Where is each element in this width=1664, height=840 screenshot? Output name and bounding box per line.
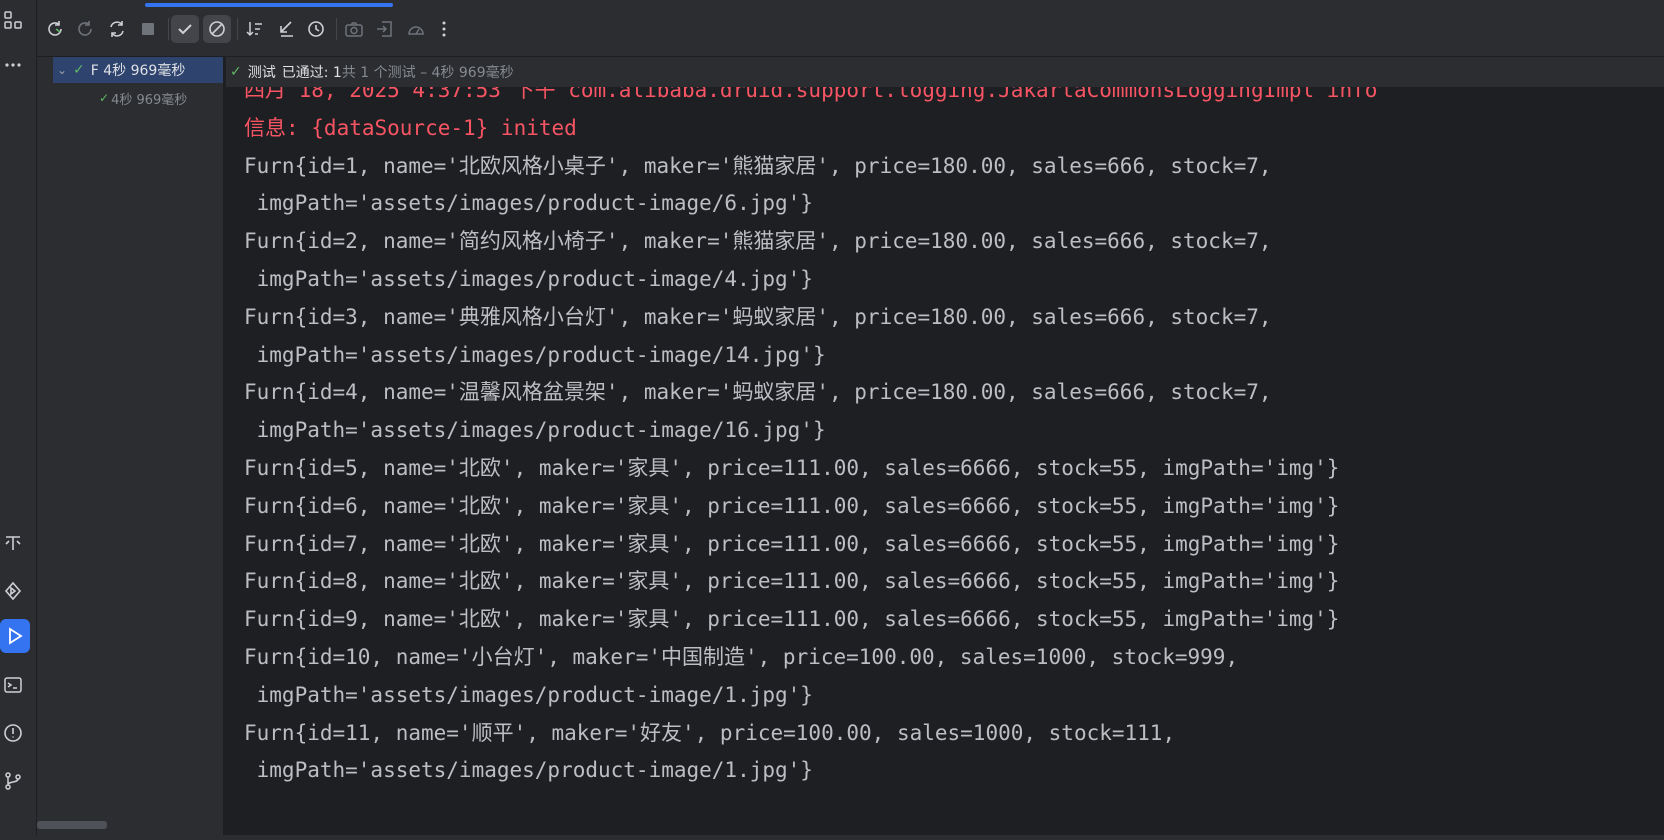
- console-output-line: Furn{id=2, name='简约风格小椅子', maker='熊猫家居',…: [244, 229, 1272, 254]
- horizontal-scrollbar[interactable]: [37, 821, 107, 829]
- console-output-line: Furn{id=6, name='北欧', maker='家具', price=…: [244, 493, 1340, 518]
- rerun-failed-icon[interactable]: [71, 15, 99, 43]
- console-output-line: Furn{id=3, name='典雅风格小台灯', maker='蚂蚁家居',…: [244, 304, 1272, 329]
- sort-by-duration-icon[interactable]: [302, 15, 330, 43]
- console-output-line: Furn{id=5, name='北欧', maker='家具', price=…: [244, 456, 1340, 480]
- run-icon[interactable]: [0, 619, 30, 653]
- console-output-line: imgPath='assets/images/product-image/6.j…: [244, 191, 813, 216]
- status-prefix: 测试: [247, 65, 276, 81]
- console-output-line: imgPath='assets/images/product-image/4.j…: [244, 267, 813, 291]
- show-passed-icon[interactable]: [171, 15, 199, 43]
- console-output-line: imgPath='assets/images/product-image/1.j…: [244, 758, 813, 783]
- console-log-line: 信息: {dataSource-1} inited: [244, 115, 577, 140]
- left-tool-strip: [0, 0, 37, 840]
- console-output-line: imgPath='assets/images/product-image/14.…: [244, 342, 826, 367]
- tree-child-node[interactable]: ✓ 4秒 969毫秒: [99, 85, 187, 111]
- root-node-label: F 4秒 969毫秒: [90, 63, 186, 79]
- status-summary: 共 1 个测试 – 4秒 969毫秒: [341, 65, 514, 81]
- console-output-line: Furn{id=10, name='小台灯', maker='中国制造', pr…: [244, 645, 1239, 669]
- passed-check-icon: ✓: [73, 62, 85, 78]
- terminal-icon[interactable]: [0, 672, 26, 698]
- test-results-tree: ⌄ ✓ F 4秒 969毫秒 ✓ 4秒 969毫秒: [37, 57, 224, 835]
- console-output-line: imgPath='assets/images/product-image/16.…: [244, 418, 826, 443]
- problems-icon[interactable]: [0, 720, 26, 746]
- chevron-down-icon[interactable]: ⌄: [57, 63, 73, 77]
- bottom-border: [0, 835, 1664, 840]
- screenshot-icon[interactable]: [340, 15, 368, 43]
- console-output-line: Furn{id=7, name='北欧', maker='家具', price=…: [244, 531, 1340, 556]
- console-output-line: Furn{id=11, name='顺平', maker='好友', price…: [244, 720, 1176, 745]
- tree-root-node[interactable]: ⌄ ✓ F 4秒 969毫秒: [53, 57, 223, 83]
- collapse-all-icon[interactable]: [272, 15, 300, 43]
- console-output-line: Furn{id=9, name='北欧', maker='家具', price=…: [244, 607, 1340, 632]
- import-tests-icon[interactable]: [371, 15, 399, 43]
- rerun-icon[interactable]: [41, 15, 69, 43]
- status-passed: 已通过: 1: [281, 65, 342, 81]
- passed-check-icon: ✓: [230, 64, 242, 80]
- coverage-icon[interactable]: [402, 15, 430, 43]
- passed-check-icon: ✓: [99, 91, 110, 105]
- show-ignored-icon[interactable]: [203, 15, 231, 43]
- services-icon[interactable]: [0, 578, 26, 604]
- test-status-bar: ✓ 测试 已通过: 1 共 1 个测试 – 4秒 969毫秒: [226, 57, 1664, 87]
- build-icon[interactable]: [0, 530, 26, 556]
- structure-icon[interactable]: [0, 7, 26, 33]
- more-tools-icon[interactable]: [0, 52, 26, 78]
- more-options-icon[interactable]: [430, 15, 458, 43]
- console-output-line: imgPath='assets/images/product-image/1.j…: [244, 682, 813, 707]
- active-tab-indicator: [145, 3, 393, 7]
- sort-alphabetically-icon[interactable]: [241, 15, 269, 43]
- stop-icon[interactable]: [134, 15, 162, 43]
- console-output-line: Furn{id=4, name='温馨风格盆景架', maker='蚂蚁家居',…: [244, 380, 1272, 405]
- console-output-line: Furn{id=1, name='北欧风格小桌子', maker='熊猫家居',…: [244, 153, 1272, 178]
- git-icon[interactable]: [0, 768, 26, 794]
- test-runner-toolbar: [37, 0, 1664, 57]
- console-output-line: Furn{id=8, name='北欧', maker='家具', price=…: [244, 569, 1340, 594]
- console-output[interactable]: 四月 18, 2025 4:37:53 下午 com.alibaba.druid…: [226, 57, 1664, 835]
- child-node-label: 4秒 969毫秒: [111, 92, 188, 108]
- toggle-auto-test-icon[interactable]: [103, 15, 131, 43]
